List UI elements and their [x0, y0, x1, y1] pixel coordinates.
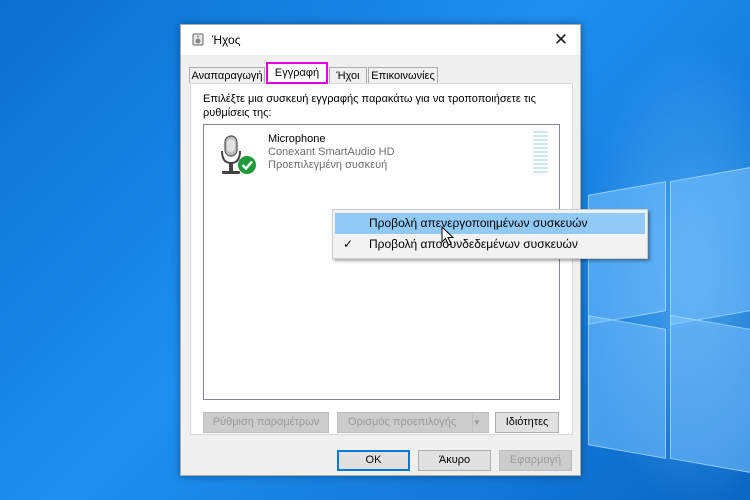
device-list[interactable]: Microphone Conexant SmartAudio HD Προεπι… — [203, 124, 560, 400]
device-status: Προεπιλεγμένη συσκευή — [268, 159, 388, 171]
window-title: Ήχος — [212, 33, 241, 47]
tab-communications[interactable]: Επικοινωνίες — [368, 67, 438, 83]
logo-pane — [670, 166, 750, 326]
mouse-cursor-icon — [441, 226, 455, 246]
tab-label: Αναπαραγωγή — [191, 70, 263, 82]
chevron-down-icon[interactable]: ▼ — [472, 413, 488, 432]
properties-button[interactable]: Ιδιότητες — [495, 412, 559, 433]
menu-item-label: Προβολή αποσυνδεδεμένων συσκευών — [369, 237, 578, 251]
speaker-icon — [192, 33, 204, 46]
button-label: Ρύθμιση παραμέτρων — [212, 416, 320, 428]
configure-button[interactable]: Ρύθμιση παραμέτρων — [203, 412, 329, 433]
tab-recording[interactable]: Εγγραφή — [266, 62, 328, 84]
cancel-button[interactable]: Άκυρο — [418, 450, 491, 471]
logo-pane — [670, 314, 750, 474]
device-driver: Conexant SmartAudio HD — [268, 146, 395, 158]
tab-label: Εγγραφή — [274, 67, 320, 79]
title-bar[interactable]: Ήχος ✕ — [181, 25, 580, 55]
menu-item-label: Προβολή απενεργοποιημένων συσκευών — [369, 216, 588, 230]
set-default-button[interactable]: Ορισμός προεπιλογής ▼ — [337, 412, 489, 433]
close-icon: ✕ — [553, 30, 569, 49]
tab-label: Ήχοι — [336, 70, 360, 82]
recording-panel: Επιλέξτε μια συσκευή εγγραφής παρακάτω γ… — [190, 83, 573, 435]
tab-label: Επικοινωνίες — [371, 70, 435, 82]
apply-button[interactable]: Εφαρμογή — [499, 450, 572, 471]
device-name: Microphone — [268, 133, 326, 145]
tab-sounds[interactable]: Ήχοι — [329, 67, 367, 83]
button-label: Άκυρο — [438, 454, 471, 466]
button-label: OK — [365, 454, 382, 466]
menu-item-show-disconnected[interactable]: ✓ Προβολή αποσυνδεδεμένων συσκευών — [335, 234, 645, 255]
menu-item-show-disabled[interactable]: Προβολή απενεργοποιημένων συσκευών — [335, 213, 645, 234]
instructions-text: Επιλέξτε μια συσκευή εγγραφής παρακάτω γ… — [203, 93, 536, 119]
level-meter — [533, 131, 548, 175]
context-menu: Προβολή απενεργοποιημένων συσκευών ✓ Προ… — [332, 209, 648, 259]
tab-playback[interactable]: Αναπαραγωγή — [189, 67, 265, 83]
check-icon: ✓ — [343, 237, 354, 251]
ok-button[interactable]: OK — [337, 450, 410, 471]
logo-pane — [588, 315, 666, 459]
button-label: Ορισμός προεπιλογής — [348, 416, 457, 428]
close-button[interactable]: ✕ — [550, 29, 572, 51]
button-label: Ιδιότητες — [505, 416, 549, 428]
button-label: Εφαρμογή — [509, 454, 562, 466]
default-check-icon — [238, 156, 256, 174]
microphone-icon — [221, 135, 256, 174]
